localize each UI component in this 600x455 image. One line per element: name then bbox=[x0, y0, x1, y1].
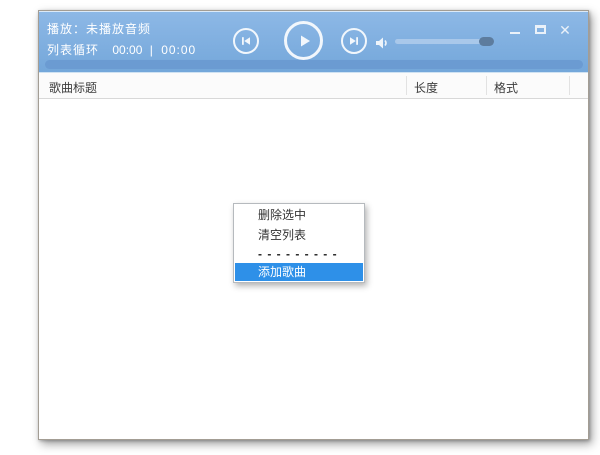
maximize-icon bbox=[534, 25, 546, 34]
context-menu: 删除选中 清空列表 - - - - - - - - - 添加歌曲 bbox=[233, 203, 365, 283]
column-header-song-title[interactable]: 歌曲标题 bbox=[49, 79, 97, 96]
close-icon: ✕ bbox=[559, 21, 571, 38]
volume-slider-thumb[interactable] bbox=[479, 37, 494, 46]
play-button[interactable] bbox=[284, 21, 323, 60]
time-elapsed: 00:00 bbox=[112, 43, 143, 57]
column-divider bbox=[569, 76, 570, 95]
menu-item-add-song[interactable]: 添加歌曲 bbox=[235, 263, 363, 281]
music-player-window: 播放：未播放音频 列表循环 00:00 | 00:00 ✕ 歌曲标题 长度 格式… bbox=[38, 10, 589, 440]
play-mode-label[interactable]: 列表循环 bbox=[47, 43, 99, 57]
column-divider bbox=[486, 76, 487, 95]
minimize-button[interactable] bbox=[506, 21, 524, 38]
time-divider: | bbox=[149, 43, 154, 57]
next-track-button[interactable] bbox=[341, 28, 367, 54]
column-header-format[interactable]: 格式 bbox=[494, 79, 518, 96]
menu-item-delete-selected[interactable]: 删除选中 bbox=[235, 205, 363, 225]
close-button[interactable]: ✕ bbox=[556, 21, 574, 38]
window-controls: ✕ bbox=[506, 21, 574, 38]
skip-previous-icon bbox=[240, 35, 252, 47]
minimize-icon bbox=[510, 31, 520, 34]
menu-item-clear-list[interactable]: 清空列表 bbox=[235, 225, 363, 245]
volume-slider[interactable] bbox=[395, 37, 494, 46]
desktop-background: 播放：未播放音频 列表循环 00:00 | 00:00 ✕ 歌曲标题 长度 格式… bbox=[0, 0, 600, 455]
playback-info: 播放：未播放音频 列表循环 00:00 | 00:00 bbox=[47, 21, 196, 59]
titlebar[interactable]: 播放：未播放音频 列表循环 00:00 | 00:00 ✕ bbox=[39, 11, 588, 73]
playlist-header-row: 歌曲标题 长度 格式 bbox=[39, 73, 588, 99]
playback-status-line: 列表循环 00:00 | 00:00 bbox=[47, 42, 196, 59]
maximize-button[interactable] bbox=[531, 21, 549, 38]
menu-separator: - - - - - - - - - bbox=[258, 247, 338, 261]
column-header-length[interactable]: 长度 bbox=[414, 79, 438, 96]
play-icon bbox=[294, 33, 313, 49]
volume-icon[interactable] bbox=[375, 36, 390, 50]
seek-progress-bar[interactable] bbox=[45, 60, 583, 69]
column-divider bbox=[406, 76, 407, 95]
time-total: 00:00 bbox=[161, 43, 197, 57]
skip-next-icon bbox=[348, 35, 360, 47]
now-playing-label: 播放：未播放音频 bbox=[47, 22, 152, 36]
previous-track-button[interactable] bbox=[233, 28, 259, 54]
